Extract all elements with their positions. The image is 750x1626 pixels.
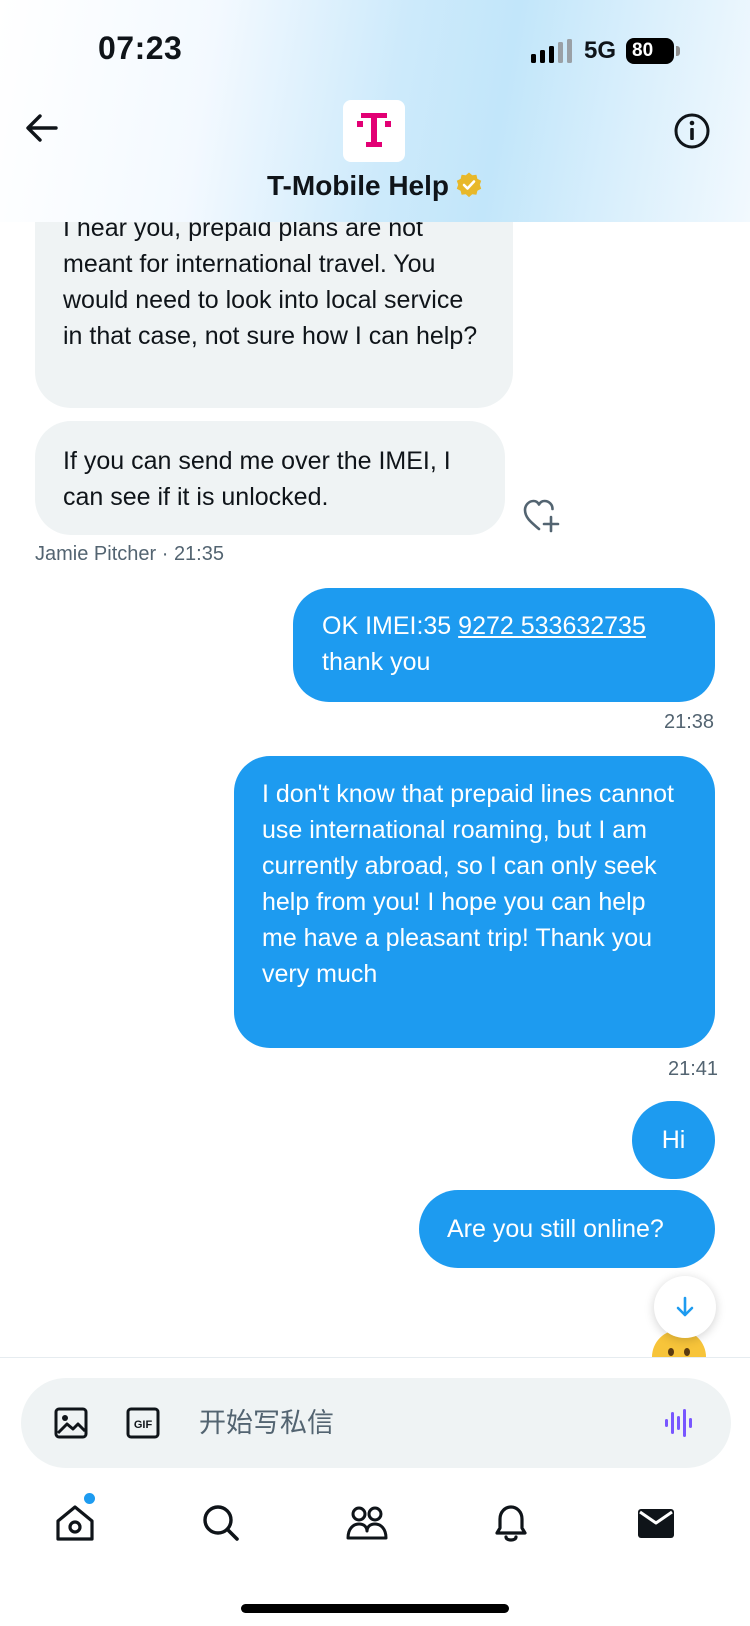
gif-icon[interactable]: GIF bbox=[125, 1405, 161, 1441]
message-bubble-outgoing[interactable]: I don't know that prepaid lines cannot u… bbox=[234, 756, 715, 1048]
heart-plus-icon[interactable] bbox=[522, 498, 560, 534]
envelope-icon[interactable] bbox=[634, 1501, 678, 1545]
battery-cap bbox=[676, 46, 681, 56]
network-label: 5G bbox=[584, 37, 617, 64]
message-timestamp: 21:38 bbox=[664, 711, 715, 733]
message-text: Are you still online? bbox=[447, 1215, 664, 1243]
battery-level: 80 bbox=[632, 40, 654, 61]
scroll-to-bottom-button[interactable] bbox=[654, 1276, 716, 1338]
message-timestamp: 21:41 bbox=[668, 1058, 719, 1080]
dm-input[interactable] bbox=[199, 1400, 639, 1446]
home-icon[interactable] bbox=[53, 1501, 97, 1545]
info-icon[interactable] bbox=[673, 112, 711, 150]
sender-time: 21:35 bbox=[173, 543, 224, 565]
message-bubble-outgoing[interactable]: Are you still online? bbox=[419, 1190, 715, 1268]
message-bubble-outgoing[interactable]: OK IMEI:35 9272 533632735 thank you bbox=[293, 588, 715, 702]
message-bubble-incoming[interactable]: If you can send me over the IMEI, I can … bbox=[35, 421, 505, 535]
image-icon[interactable] bbox=[53, 1405, 89, 1441]
people-icon[interactable] bbox=[345, 1501, 389, 1545]
home-indicator bbox=[241, 1604, 509, 1613]
message-text-suffix: thank you bbox=[322, 648, 431, 676]
tmobile-logo[interactable] bbox=[343, 100, 405, 162]
battery-icon: 80 bbox=[626, 38, 675, 64]
sender-separator: · bbox=[161, 543, 174, 565]
composer-bar: GIF bbox=[0, 1357, 750, 1487]
message-composer[interactable]: GIF bbox=[21, 1378, 731, 1468]
sender-meta: Jamie Pitcher · 21:35 bbox=[35, 543, 224, 566]
verified-badge-icon bbox=[456, 172, 482, 197]
message-text: If you can send me over the IMEI, I can … bbox=[63, 447, 451, 511]
status-indicators: 5G 80 bbox=[531, 36, 681, 66]
svg-text:GIF: GIF bbox=[134, 1419, 153, 1431]
bottom-tab-bar bbox=[0, 1487, 750, 1626]
message-bubble-outgoing[interactable]: Hi bbox=[632, 1101, 715, 1179]
message-text-prefix: OK IMEI:35 bbox=[322, 612, 459, 640]
search-icon[interactable] bbox=[199, 1501, 243, 1545]
bell-icon[interactable] bbox=[489, 1501, 533, 1545]
contact-name[interactable]: T-Mobile Help bbox=[0, 170, 750, 202]
imei-phone-link[interactable]: 9272 533632735 bbox=[458, 612, 646, 640]
sender-name: Jamie Pitcher bbox=[35, 543, 157, 565]
message-text: I hear you, prepaid plans are not meant … bbox=[63, 214, 478, 350]
home-notification-dot bbox=[84, 1493, 95, 1504]
voice-wave-icon[interactable] bbox=[661, 1405, 697, 1441]
status-time: 07:23 bbox=[98, 30, 183, 66]
signal-icon bbox=[531, 39, 572, 63]
message-text: I don't know that prepaid lines cannot u… bbox=[262, 780, 674, 988]
message-text: Hi bbox=[661, 1126, 686, 1154]
contact-name-text: T-Mobile Help bbox=[267, 170, 449, 201]
arrow-down-icon bbox=[676, 1296, 694, 1317]
back-arrow-icon[interactable] bbox=[22, 108, 62, 148]
